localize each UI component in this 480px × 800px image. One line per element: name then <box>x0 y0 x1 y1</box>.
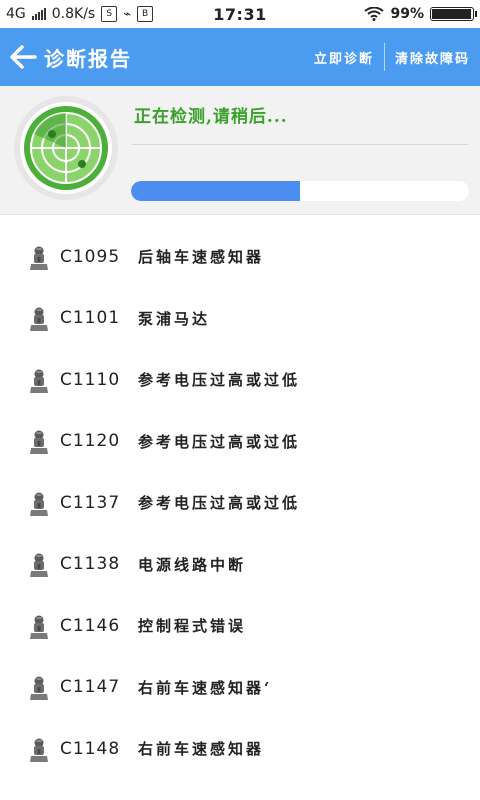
clear-codes-button[interactable]: 清除故障码 <box>385 48 480 67</box>
fault-description: 泵浦马达 <box>138 309 211 328</box>
page-title: 诊断报告 <box>44 46 132 71</box>
fault-code: C1138 <box>60 554 121 575</box>
back-button[interactable] <box>4 28 42 86</box>
fault-description: 后轴车速感知器 <box>138 248 265 267</box>
fault-description: 参考电压过高或过低 <box>138 371 301 390</box>
panel-divider <box>132 144 468 145</box>
fault-code: C1101 <box>60 308 121 329</box>
fault-code: C1095 <box>60 246 121 267</box>
car-part-icon <box>28 552 50 578</box>
fault-code: C1147 <box>60 677 121 698</box>
scan-progress-fill <box>131 181 300 201</box>
list-item[interactable]: C1138 电源线路中断 <box>0 534 480 596</box>
fault-description: 右前车速感知器 <box>138 740 265 759</box>
battery-percent: 99% <box>390 6 424 22</box>
fault-description: 参考电压过高或过低 <box>138 432 301 451</box>
back-arrow-icon <box>10 45 37 69</box>
list-item[interactable]: C1110 参考电压过高或过低 <box>0 349 480 411</box>
car-part-icon <box>28 737 50 763</box>
battery-icon <box>430 7 477 21</box>
fault-code: C1110 <box>60 369 121 390</box>
status-right: 99% <box>364 6 477 22</box>
scan-progress-bar <box>131 181 469 201</box>
status-bar: 4G 0.8K/s S ⌁ B 17:31 99% <box>0 0 480 28</box>
car-part-icon <box>28 675 50 701</box>
app-bar-actions: 立即诊断 清除故障码 <box>304 28 480 86</box>
fault-code: C1148 <box>60 738 121 759</box>
fault-code: C1120 <box>60 431 121 452</box>
fault-description: 控制程式错误 <box>138 617 247 636</box>
car-part-icon <box>28 306 50 332</box>
scan-status-text: 正在检测,请稍后... <box>134 107 288 127</box>
list-item[interactable]: C1101 泵浦马达 <box>0 288 480 350</box>
car-part-icon <box>28 491 50 517</box>
fault-code: C1146 <box>60 615 121 636</box>
app-bar: 诊断报告 立即诊断 清除故障码 <box>0 28 480 86</box>
list-item[interactable]: C1146 控制程式错误 <box>0 595 480 657</box>
list-item[interactable]: C1148 右前车速感知器 <box>0 718 480 780</box>
list-item[interactable]: C1147 右前车速感知器‘ <box>0 657 480 719</box>
fault-description: 右前车速感知器‘ <box>138 678 273 697</box>
car-part-icon <box>28 245 50 271</box>
list-item[interactable]: C1120 参考电压过高或过低 <box>0 411 480 473</box>
diagnose-now-button[interactable]: 立即诊断 <box>304 48 384 67</box>
fault-code: C1137 <box>60 492 121 513</box>
scan-panel: 正在检测,请稍后... <box>0 86 480 215</box>
fault-description: 参考电压过高或过低 <box>138 494 301 513</box>
list-item[interactable]: C1137 参考电压过高或过低 <box>0 472 480 534</box>
car-part-icon <box>28 429 50 455</box>
list-item[interactable]: C1095 后轴车速感知器 <box>0 226 480 288</box>
fault-description: 电源线路中断 <box>138 555 247 574</box>
radar-icon <box>12 94 120 202</box>
wifi-icon <box>364 7 385 21</box>
car-part-icon <box>28 614 50 640</box>
fault-code-list[interactable]: C1095 后轴车速感知器 C1101 泵浦马达 C1110 参考电压过高或过低… <box>0 226 480 780</box>
car-part-icon <box>28 368 50 394</box>
